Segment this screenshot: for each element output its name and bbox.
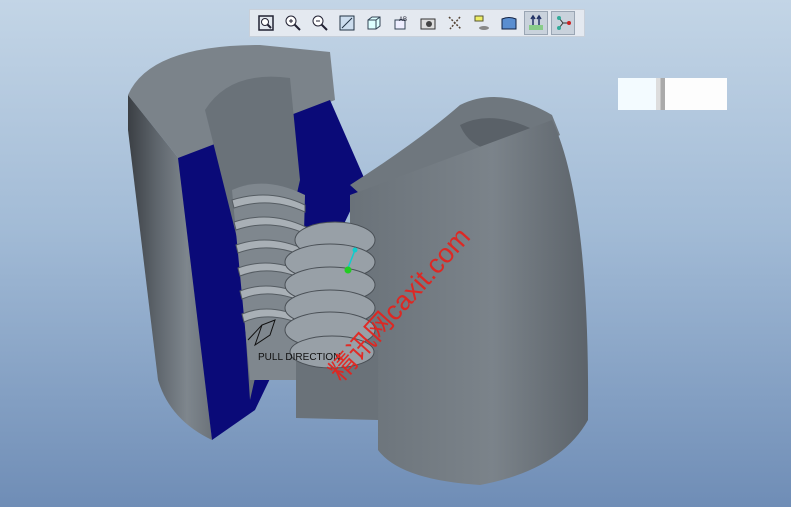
shaded-cube-icon — [367, 16, 381, 30]
surface-display-button[interactable] — [497, 11, 521, 35]
repaint-icon — [339, 15, 355, 31]
display-style-button[interactable] — [362, 11, 386, 35]
annotation-display-button[interactable] — [470, 11, 494, 35]
panel-splitter[interactable] — [656, 78, 665, 110]
repaint-button[interactable] — [335, 11, 359, 35]
datum-axes-icon — [448, 16, 462, 30]
view-toolbar: AB — [249, 9, 585, 37]
zoom-fit-icon — [258, 15, 274, 31]
surface-icon — [501, 17, 517, 30]
zoom-in-icon — [285, 15, 301, 31]
annotation-icon — [474, 15, 489, 30]
model-viewport[interactable] — [0, 0, 791, 507]
svg-text:AB: AB — [399, 17, 407, 23]
datum-display-button[interactable] — [443, 11, 467, 35]
zoom-out-button[interactable] — [308, 11, 332, 35]
mini-panel — [618, 78, 727, 110]
spin-center-icon — [557, 16, 571, 30]
view-manager-button[interactable] — [416, 11, 440, 35]
pull-direction-icon — [529, 14, 543, 30]
refit-button[interactable] — [254, 11, 278, 35]
spin-center-button[interactable] — [551, 11, 575, 35]
saved-views-icon: AB — [394, 17, 407, 30]
pull-direction-button[interactable] — [524, 11, 548, 35]
zoom-in-button[interactable] — [281, 11, 305, 35]
saved-views-button[interactable]: AB — [389, 11, 413, 35]
camera-icon — [420, 18, 436, 30]
zoom-out-icon — [312, 15, 328, 31]
